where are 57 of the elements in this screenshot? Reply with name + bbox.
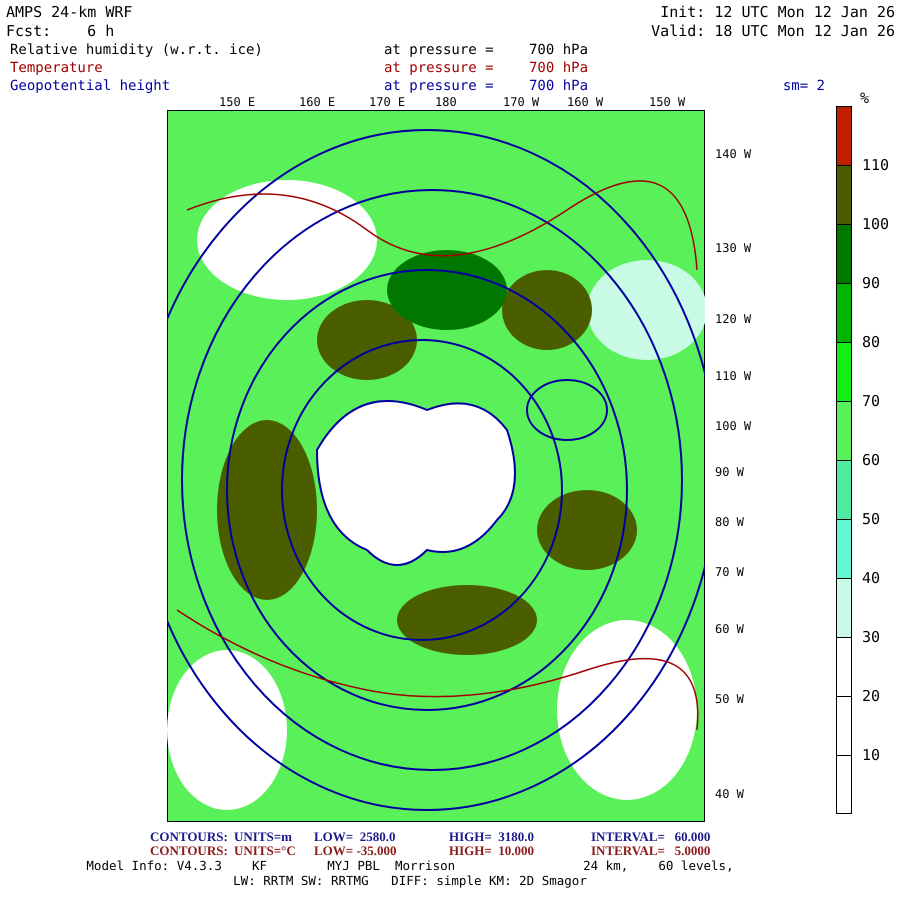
model-title: AMPS 24-km WRF xyxy=(6,3,132,22)
longitude-label: 180 xyxy=(435,95,457,109)
scale-label: 10 xyxy=(862,746,880,764)
level-value: 700 hPa xyxy=(529,41,588,59)
axis-label: 130 W xyxy=(715,241,752,255)
axis-label: 80 W xyxy=(715,515,744,529)
axis-label: 50 W xyxy=(715,692,744,706)
axis-label: 40 W xyxy=(715,787,744,801)
model-info: LW: RRTM SW: RRTMG DIFF: simple KM: 2D Smagor xyxy=(232,873,588,888)
axis-label: 140 W xyxy=(715,147,752,161)
longitude-label: 170 E xyxy=(369,95,406,109)
scale-label: 90 xyxy=(862,274,880,292)
contours-label: CONTOURS: xyxy=(150,844,229,858)
scale-label: 30 xyxy=(862,628,880,646)
level-value: 700 hPa xyxy=(529,59,588,77)
level-value: 700 hPa xyxy=(529,77,588,95)
smoothing-label: sm= 2 xyxy=(782,77,825,95)
axis-label: 100 W xyxy=(715,419,752,433)
low-value: LOW= 2580.0 xyxy=(314,830,396,844)
level-label: at pressure = xyxy=(384,41,495,59)
unit-label: % xyxy=(860,89,870,107)
model-info: Model Info: V4.3.3 KF MYJ PBL Morrison 24 km, 60 levels, xyxy=(85,858,735,873)
forecast-label: Fcst: xyxy=(6,22,52,41)
scale-label: 110 xyxy=(862,156,890,174)
longitude-label: 150 E xyxy=(219,95,256,109)
longitude-label: 160 W xyxy=(567,95,604,109)
interval-value: INTERVAL= 5.0000 xyxy=(591,844,712,858)
forecast-hours: 6 h xyxy=(87,22,114,41)
longitude-label: 150 W xyxy=(649,95,686,109)
axis-label: 70 W xyxy=(715,565,744,579)
axis-label: 60 W xyxy=(715,622,744,636)
valid-time: Valid: 18 UTC Mon 12 Jan 26 xyxy=(651,22,895,41)
field-name: Temperature xyxy=(10,59,104,77)
scale-label: 50 xyxy=(862,510,880,528)
field-name: Relative humidity (w.r.t. ice) xyxy=(10,41,264,59)
low-value: LOW= -35.000 xyxy=(314,844,398,858)
axis-label: 90 W xyxy=(715,465,744,479)
high-value: HIGH= 10.000 xyxy=(449,844,536,858)
init-time: Init: 12 UTC Mon 12 Jan 26 xyxy=(660,3,895,22)
scale-label: 100 xyxy=(862,215,890,233)
scale-label: 20 xyxy=(862,687,880,705)
axis-label: 110 W xyxy=(715,369,752,383)
axis-label: 120 W xyxy=(715,312,752,326)
scale-label: 40 xyxy=(862,569,880,587)
units-label: UNITS=m xyxy=(234,830,293,844)
units-label: UNITS=°C xyxy=(234,844,297,858)
level-label: at pressure = xyxy=(384,59,495,77)
high-value: HIGH= 3180.0 xyxy=(449,830,536,844)
contours-label: CONTOURS: xyxy=(150,830,229,844)
field-name: Geopotential height xyxy=(10,77,172,95)
scale-label: 80 xyxy=(862,333,880,351)
interval-value: INTERVAL= 60.000 xyxy=(591,830,712,844)
scale-label: 60 xyxy=(862,451,880,469)
longitude-label: 170 W xyxy=(503,95,540,109)
level-label: at pressure = xyxy=(384,77,495,95)
scale-label: 70 xyxy=(862,392,880,410)
longitude-label: 160 E xyxy=(299,95,336,109)
